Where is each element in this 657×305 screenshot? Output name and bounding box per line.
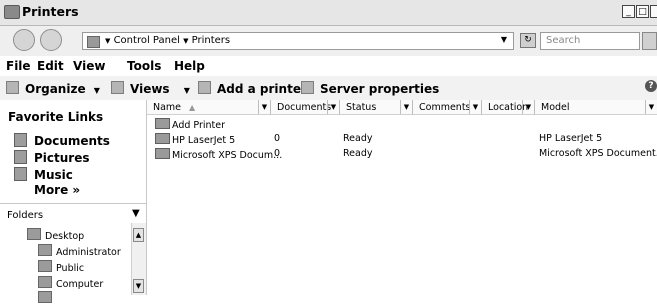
organize-button[interactable]: Organize ▼ <box>6 81 100 96</box>
tree-item-network[interactable] <box>38 291 56 305</box>
printer-status: Ready <box>343 148 373 159</box>
column-filter-icon[interactable]: ▼ <box>469 100 481 114</box>
add-printer-button[interactable]: Add a printer <box>198 81 307 96</box>
column-header-documents[interactable]: Documents ▼ <box>271 100 340 115</box>
sort-ascending-icon: ▲ <box>189 103 196 112</box>
close-button[interactable] <box>650 5 657 18</box>
column-header-status[interactable]: Status ▼ <box>340 100 413 115</box>
menu-help[interactable]: Help <box>174 59 205 73</box>
navigation-pane: Favorite Links Documents Pictures Music … <box>0 100 147 303</box>
search-icon[interactable] <box>642 32 657 50</box>
printer-model: Microsoft XPS Document... <box>539 148 657 159</box>
pane-divider <box>0 203 146 204</box>
address-bar[interactable]: ▼ Control Panel ▼ Printers ▼ <box>82 32 514 50</box>
desktop-icon <box>27 228 41 240</box>
network-icon <box>38 291 52 303</box>
printers-window-icon <box>4 5 20 19</box>
folders-label[interactable]: Folders <box>7 210 43 221</box>
documents-icon <box>14 133 27 147</box>
tree-item-desktop[interactable]: Desktop <box>27 228 84 242</box>
column-filter-icon[interactable]: ▼ <box>400 100 412 114</box>
sidebar-more-link[interactable]: More » <box>34 183 80 197</box>
window-title: Printers <box>22 4 79 19</box>
printer-icon <box>155 133 170 144</box>
address-row: ▼ Control Panel ▼ Printers ▼ ↻ Search <box>0 26 657 57</box>
views-button[interactable]: Views ▼ <box>111 81 190 96</box>
column-filter-icon[interactable]: ▼ <box>522 100 534 114</box>
computer-icon <box>38 276 52 288</box>
back-button[interactable] <box>13 29 35 51</box>
add-printer-icon <box>198 81 211 94</box>
organize-dropdown-icon: ▼ <box>93 86 100 95</box>
minimize-button[interactable]: _ <box>622 5 635 18</box>
title-bar: Printers _ □ <box>0 0 657 26</box>
organize-icon <box>6 81 19 94</box>
folders-scrollbar[interactable]: ▲ ▼ <box>131 223 146 295</box>
server-properties-button[interactable]: Server properties <box>301 81 439 96</box>
tree-item-public[interactable]: Public <box>38 260 84 274</box>
refresh-button[interactable]: ↻ <box>520 33 536 48</box>
printer-name: HP LaserJet 5 <box>172 135 236 146</box>
help-icon[interactable]: ? <box>645 80 657 92</box>
chevron-down-icon[interactable]: ▼ <box>132 208 140 219</box>
documents-count: 0 <box>274 133 281 144</box>
breadcrumb: ▼ Control Panel ▼ Printers <box>105 35 231 46</box>
menu-file[interactable]: File <box>6 59 31 73</box>
printer-model: HP LaserJet 5 <box>539 133 603 144</box>
column-filter-icon[interactable]: ▼ <box>327 100 339 114</box>
scroll-down-button[interactable]: ▼ <box>133 279 144 293</box>
column-header-location[interactable]: Location ▼ <box>482 100 535 115</box>
menu-edit[interactable]: Edit <box>37 59 64 73</box>
column-header-model[interactable]: Model ▼ <box>535 100 657 115</box>
command-bar: Organize ▼ Views ▼ Add a printer Server … <box>0 76 657 101</box>
public-folder-icon <box>38 260 52 272</box>
tree-item-administrator[interactable]: Administrator <box>38 244 121 258</box>
printer-list: Name ▲ ▼ Documents ▼ Status ▼ Comments ▼ … <box>147 100 657 295</box>
menu-bar: File Edit View Tools Help <box>0 56 657 76</box>
printer-status: Ready <box>343 133 373 144</box>
views-dropdown-icon: ▼ <box>183 86 190 95</box>
favorite-links-title: Favorite Links <box>8 110 104 124</box>
views-icon <box>111 81 124 94</box>
address-dropdown-icon[interactable]: ▼ <box>501 35 507 44</box>
column-header-name[interactable]: Name ▲ ▼ <box>147 100 271 115</box>
sidebar-item-pictures[interactable]: Pictures <box>14 150 90 165</box>
column-header-comments[interactable]: Comments ▼ <box>413 100 482 115</box>
menu-tools[interactable]: Tools <box>127 59 161 73</box>
breadcrumb-printers[interactable]: Printers <box>192 35 230 46</box>
add-printer-icon <box>155 118 170 129</box>
printers-folder-icon <box>87 36 100 48</box>
documents-count: 0 <box>274 148 281 159</box>
column-filter-icon[interactable]: ▼ <box>258 100 270 114</box>
sidebar-item-music[interactable]: Music <box>14 167 73 182</box>
maximize-button[interactable]: □ <box>636 5 649 18</box>
menu-view[interactable]: View <box>73 59 105 73</box>
sidebar-item-documents[interactable]: Documents <box>14 133 110 148</box>
music-icon <box>14 167 27 181</box>
column-filter-icon[interactable]: ▼ <box>645 100 657 114</box>
search-input[interactable]: Search <box>540 32 640 50</box>
breadcrumb-control-panel[interactable]: Control Panel <box>114 35 180 46</box>
scroll-up-button[interactable]: ▲ <box>133 228 144 242</box>
tree-item-computer[interactable]: Computer <box>38 276 103 290</box>
printer-name: Microsoft XPS Docum... <box>172 150 283 161</box>
pictures-icon <box>14 150 27 164</box>
forward-button[interactable] <box>40 29 62 51</box>
server-properties-icon <box>301 81 314 94</box>
printer-icon <box>155 148 170 159</box>
user-folder-icon <box>38 244 52 256</box>
